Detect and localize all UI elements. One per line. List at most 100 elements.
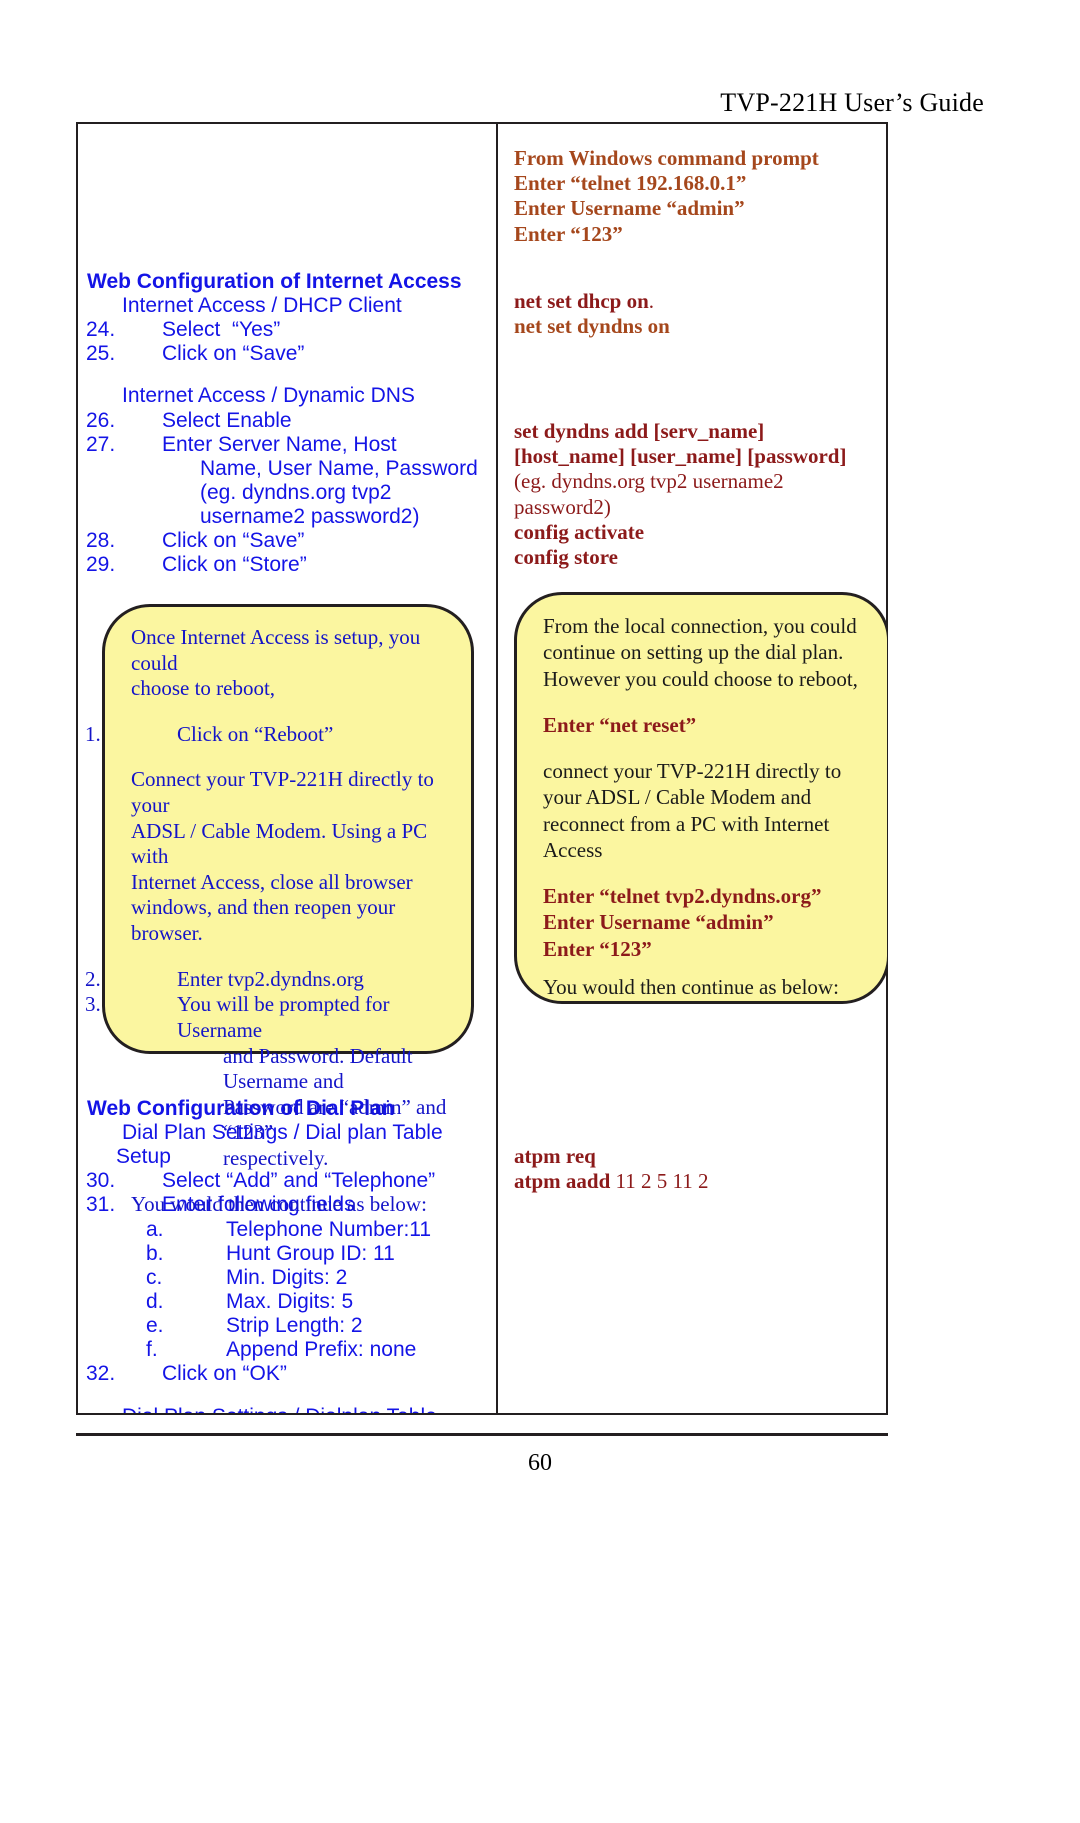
command-line: Enter Username “admin” bbox=[514, 196, 745, 221]
command-line: atpm aadd 11 2 5 11 2 bbox=[514, 1169, 888, 1194]
callout-command: Enter “telnet tvp2.dyndns.org” bbox=[543, 884, 822, 908]
callout-step: 3. You will be prompted for Username and P… bbox=[85, 992, 449, 1171]
right-callout-balloon: From the local connection, you could con… bbox=[514, 592, 888, 1004]
list-text: Click on “OK” bbox=[162, 1362, 287, 1386]
callout-step: 1. Click on “Reboot” bbox=[85, 721, 449, 748]
step-text: Enter tvp2.dyndns.org bbox=[177, 966, 364, 991]
left-callout-content: Once Internet Access is setup, you could… bbox=[85, 607, 471, 1227]
command-line: From Windows command prompt bbox=[514, 146, 819, 170]
list-text: Append Prefix: none bbox=[226, 1338, 417, 1362]
command-line: config activate bbox=[514, 519, 645, 544]
list-text: Enter Server Name, Host bbox=[162, 432, 397, 456]
web-config-internet-block: Web Configuration of Internet Access Int… bbox=[78, 270, 496, 578]
page-number: 60 bbox=[528, 1450, 552, 1476]
step-number: 2. bbox=[85, 966, 101, 991]
footer-divider-rule bbox=[76, 1433, 888, 1436]
callout-line: choose to reboot, bbox=[131, 676, 276, 701]
net-set-command-block: net set dhcp on. net set dyndns on bbox=[514, 289, 888, 339]
list-number: d. bbox=[146, 1289, 164, 1313]
step-text-cont: respectively. bbox=[223, 1145, 329, 1170]
callout-line: Once Internet Access is setup, you could bbox=[131, 625, 421, 675]
command-line: net set dyndns on bbox=[514, 314, 670, 339]
callout-line: your ADSL / Cable Modem and bbox=[543, 785, 812, 810]
list-text: Select Enable bbox=[162, 408, 292, 432]
callout-step: 2. Enter tvp2.dyndns.org bbox=[85, 966, 449, 993]
command-punctuation: . bbox=[648, 289, 655, 313]
atpm-command-block: atpm req atpm aadd 11 2 5 11 2 bbox=[514, 1144, 888, 1194]
left-callout-balloon: Once Internet Access is setup, you could… bbox=[85, 604, 474, 1216]
list-sub-item: d. Max. Digits: 5 bbox=[78, 1290, 496, 1314]
internet-dhcp-subheading: Internet Access / DHCP Client bbox=[122, 294, 402, 317]
command-line: [host_name] [user_name] [password] bbox=[514, 444, 847, 469]
list-text: Strip Length: 2 bbox=[226, 1314, 363, 1338]
list-number: 27. bbox=[86, 432, 116, 456]
callout-line: windows, and then reopen your browser. bbox=[131, 895, 396, 946]
command-example-line: password2) bbox=[514, 494, 611, 519]
list-number: 25. bbox=[86, 342, 116, 366]
callout-command: Enter Username “admin” bbox=[543, 910, 774, 935]
list-number: c. bbox=[146, 1265, 163, 1289]
list-number: e. bbox=[146, 1314, 164, 1338]
list-item-continuation: Name, User Name, Password bbox=[200, 456, 478, 480]
callout-line: Internet Access, close all browser bbox=[131, 869, 413, 894]
callout-command: Enter “123” bbox=[543, 936, 652, 961]
command-name: atpm aadd bbox=[514, 1169, 611, 1194]
list-item-continuation: username2 password2) bbox=[200, 505, 420, 529]
document-page: TVP-221H User’s Guide Web Configuration … bbox=[0, 0, 1080, 1823]
step-text: Click on “Reboot” bbox=[177, 721, 334, 746]
list-item: 24. Select “Yes” bbox=[78, 318, 496, 342]
right-column: From Windows command prompt Enter “telne… bbox=[498, 124, 888, 1413]
list-item-continuation: (eg. dyndns.org tvp2 bbox=[200, 480, 392, 504]
callout-line: continue on setting up the dial plan. bbox=[543, 640, 844, 665]
list-number: 28. bbox=[86, 529, 116, 553]
telnet-command-block: From Windows command prompt Enter “telne… bbox=[514, 146, 888, 247]
command-line: set dyndns add [serv_name] bbox=[514, 419, 765, 443]
callout-line: Access bbox=[543, 837, 603, 862]
step-text-cont: and Password. Default Username and bbox=[223, 1043, 413, 1094]
list-number: 26. bbox=[86, 408, 116, 432]
command-name: net set dhcp on bbox=[514, 289, 649, 313]
list-item: 27. Enter Server Name, Host bbox=[78, 433, 496, 457]
content-frame: Web Configuration of Internet Access Int… bbox=[76, 122, 888, 1415]
list-item: 26. Select Enable bbox=[78, 409, 496, 433]
right-callout-content: From the local connection, you could con… bbox=[517, 595, 887, 1010]
callout-line: From the local connection, you could bbox=[543, 614, 857, 638]
command-example-line: (eg. dyndns.org tvp2 username2 bbox=[514, 469, 784, 494]
callout-line: ADSL / Cable Modem. Using a PC with bbox=[131, 818, 428, 869]
list-item: 29. Click on “Store” bbox=[78, 553, 496, 577]
callout-line: reconnect from a PC with Internet bbox=[543, 811, 830, 836]
list-item: 25. Click on “Save” bbox=[78, 342, 496, 366]
list-text: Hunt Group ID: 11 bbox=[226, 1241, 395, 1265]
list-text: Click on “Save” bbox=[162, 342, 305, 366]
step-text-cont: Password are “admin” and “123” bbox=[223, 1094, 447, 1145]
command-args: 11 2 5 11 2 bbox=[610, 1169, 709, 1194]
list-sub-item: e. Strip Length: 2 bbox=[78, 1314, 496, 1338]
list-text: Select “Yes” bbox=[162, 318, 281, 342]
callout-line: Connect your TVP-221H directly to your bbox=[131, 767, 434, 818]
page-header: TVP-221H User’s Guide bbox=[720, 88, 984, 117]
callout-closing-line: You would then continue as below: bbox=[543, 974, 839, 999]
list-text: Click on “Save” bbox=[162, 529, 305, 553]
command-line: atpm req bbox=[514, 1144, 596, 1168]
left-column: Web Configuration of Internet Access Int… bbox=[78, 124, 496, 1413]
dyndns-command-block: set dyndns add [serv_name] [host_name] [… bbox=[514, 419, 888, 570]
internet-dyndns-subheading: Internet Access / Dynamic DNS bbox=[122, 384, 415, 408]
list-item: 32. Click on “OK” bbox=[78, 1362, 496, 1386]
list-number: b. bbox=[146, 1241, 164, 1265]
command-line: config store bbox=[514, 544, 619, 569]
command-line: Enter “123” bbox=[514, 221, 623, 246]
dialplan-table-subheading: Dial Plan Settings / Dialplan Table bbox=[78, 1405, 496, 1413]
step-text: You will be prompted for Username bbox=[177, 992, 390, 1042]
callout-line: connect your TVP-221H directly to bbox=[543, 759, 842, 783]
list-text: Min. Digits: 2 bbox=[226, 1265, 348, 1289]
command-line: net set dhcp on. bbox=[514, 289, 888, 314]
step-number: 1. bbox=[85, 721, 101, 746]
step-number: 3. bbox=[85, 992, 101, 1017]
